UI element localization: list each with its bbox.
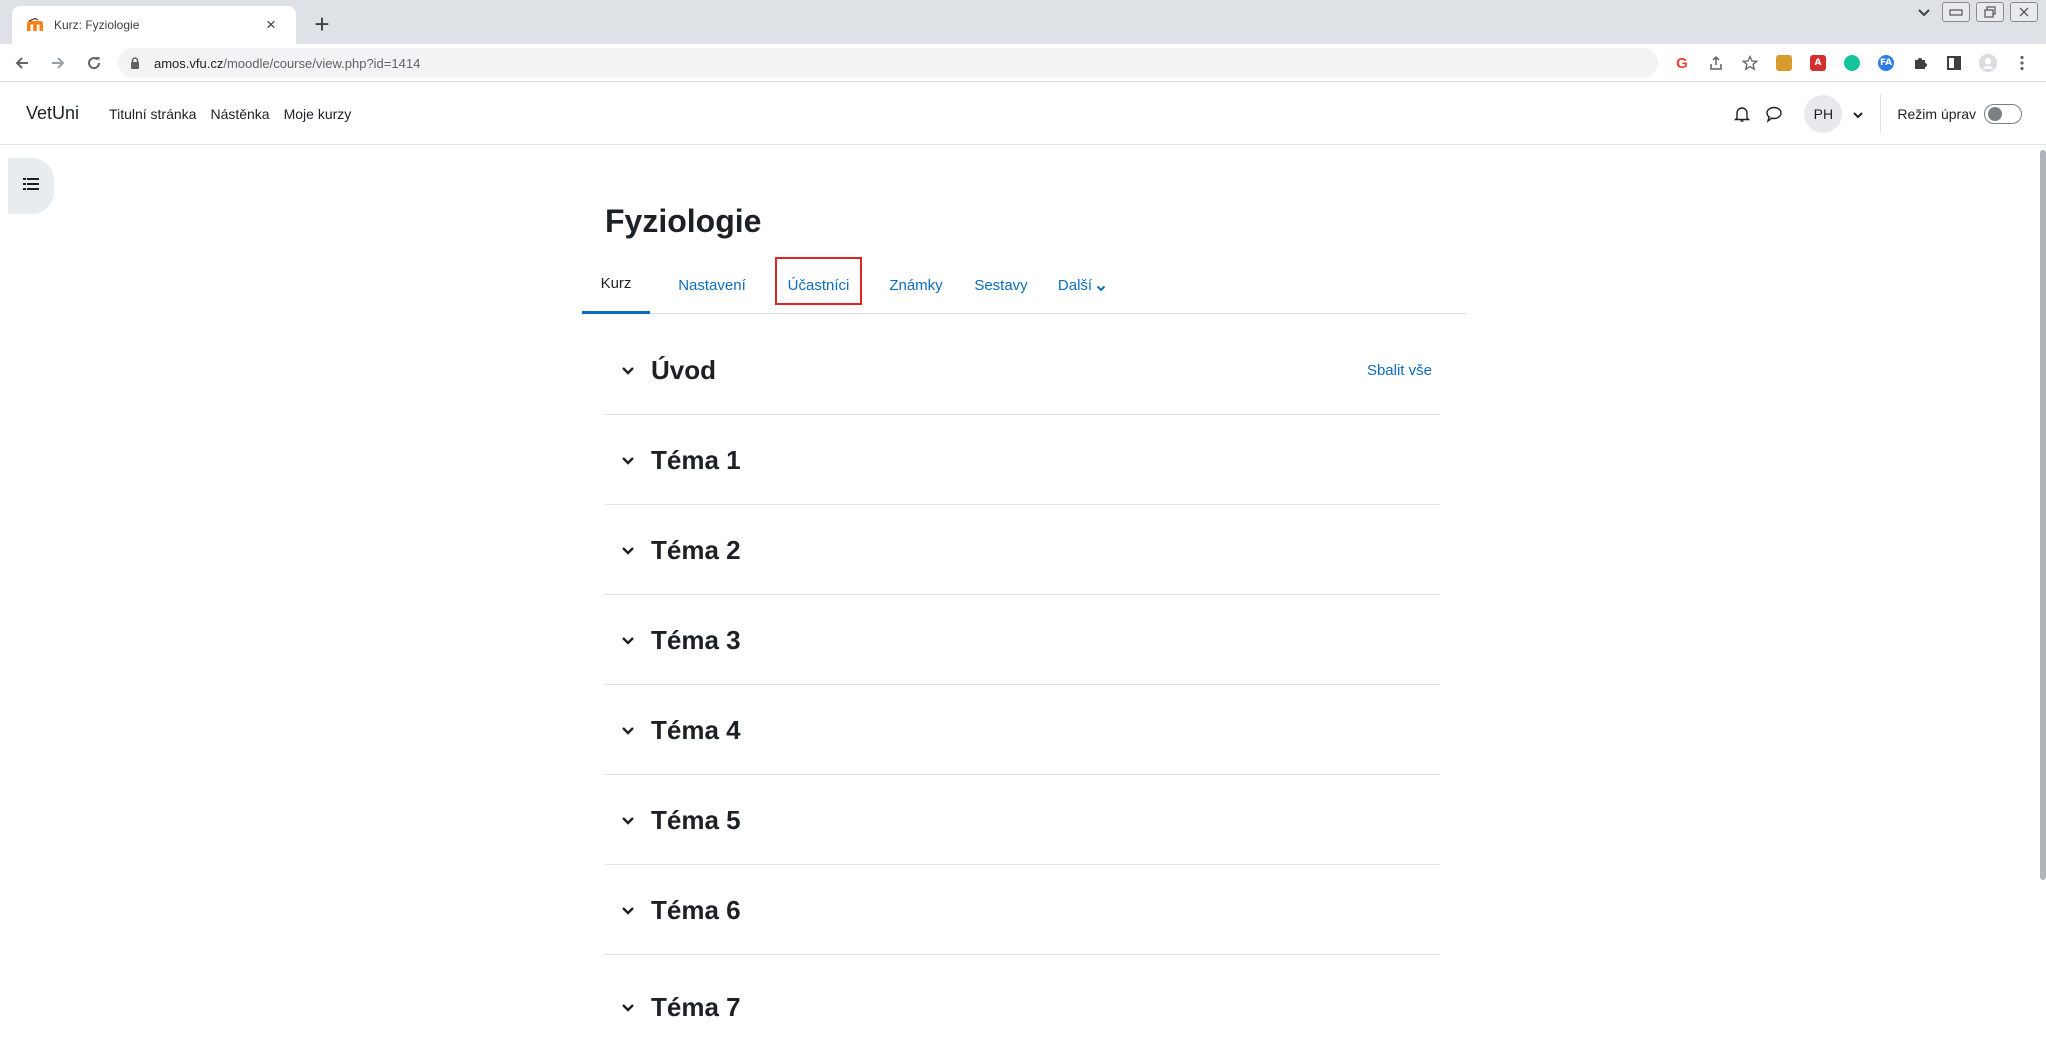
profile-icon[interactable] <box>1976 51 2000 75</box>
pdf-icon[interactable]: A <box>1806 51 1830 75</box>
switch-knob <box>1988 107 2002 121</box>
close-window-button[interactable] <box>2010 2 2038 22</box>
navbar-divider <box>1880 94 1882 134</box>
section-title: Úvod <box>651 354 716 385</box>
forward-arrow-icon[interactable] <box>44 49 72 77</box>
lock-icon[interactable] <box>128 56 142 70</box>
section-header[interactable]: Úvod <box>619 325 716 415</box>
tab-grades[interactable]: Známky <box>882 256 950 314</box>
tab-reports[interactable]: Sestavy <box>966 256 1036 314</box>
course-section: Téma 4 <box>605 685 1440 775</box>
section-title: Téma 7 <box>651 991 741 1022</box>
chevron-down-icon <box>619 811 637 829</box>
list-icon <box>23 177 39 195</box>
browser-toolbar: amos.vfu.cz/moodle/course/view.php?id=14… <box>0 44 2046 82</box>
course-section: Téma 6 <box>605 865 1440 955</box>
chevron-down-icon <box>619 541 637 559</box>
bookmark-star-icon[interactable] <box>1738 51 1762 75</box>
user-menu[interactable]: PH <box>1804 95 1864 133</box>
fa-extension-icon[interactable]: FA <box>1874 51 1898 75</box>
section-header[interactable]: Téma 3 <box>619 595 741 685</box>
nav-link-home[interactable]: Titulní stránka <box>109 106 196 122</box>
address-bar[interactable]: amos.vfu.cz/moodle/course/view.php?id=14… <box>118 48 1658 78</box>
notification-bell-icon[interactable] <box>1726 98 1758 130</box>
section-title: Téma 6 <box>651 894 741 925</box>
avatar[interactable]: PH <box>1804 95 1843 133</box>
section-title: Téma 4 <box>651 714 741 745</box>
chevron-down-icon <box>1096 280 1106 292</box>
tab-participants-label: Účastníci <box>787 276 850 294</box>
moodle-favicon-icon <box>26 16 44 34</box>
section-header[interactable]: Téma 4 <box>619 685 741 775</box>
grammarly-icon[interactable] <box>1840 51 1864 75</box>
page-scrollbar[interactable] <box>2040 150 2046 880</box>
reload-icon[interactable] <box>80 49 108 77</box>
course-section: Téma 5 <box>605 775 1440 865</box>
side-panel-icon[interactable] <box>1942 51 1966 75</box>
course-section: Úvod Sbalit vše <box>605 325 1440 415</box>
tab-close-icon[interactable]: × <box>260 15 282 35</box>
chevron-down-icon <box>1852 108 1864 120</box>
course-secondary-nav: Kurz Nastavení Účastníci Známky Sestavy … <box>582 256 1466 314</box>
nav-link-my-courses[interactable]: Moje kurzy <box>284 106 352 122</box>
chevron-down-icon <box>619 361 637 379</box>
tab-settings[interactable]: Nastavení <box>670 256 754 314</box>
tab-more-label: Další <box>1057 276 1093 294</box>
collapse-all-link[interactable]: Sbalit vše <box>1367 325 1432 415</box>
extensions-bar: G A FA <box>1670 51 2034 75</box>
section-title: Téma 1 <box>651 444 741 475</box>
tab-more[interactable]: Další <box>1052 256 1112 314</box>
chevron-down-icon <box>619 998 637 1016</box>
google-g-icon[interactable]: G <box>1670 51 1694 75</box>
minimize-button[interactable] <box>1942 2 1970 22</box>
navbar-right: PH Režim úprav <box>1726 83 2022 145</box>
tab-title: Kurz: Fyziologie <box>54 18 140 32</box>
extension-colored-icon[interactable] <box>1772 51 1796 75</box>
edit-mode-switch[interactable] <box>1984 104 2022 124</box>
course-section: Téma 1 <box>605 415 1440 505</box>
messages-icon[interactable] <box>1758 98 1790 130</box>
section-header[interactable]: Téma 5 <box>619 775 741 865</box>
page-title: Fyziologie <box>605 203 762 239</box>
section-header[interactable]: Téma 1 <box>619 415 741 505</box>
tab-reports-label: Sestavy <box>974 276 1028 294</box>
share-icon[interactable] <box>1704 51 1728 75</box>
section-header[interactable]: Téma 7 <box>619 962 741 1052</box>
moodle-navbar: VetUni Titulní stránka Nástěnka Moje kur… <box>0 83 2046 145</box>
window-controls <box>1912 2 2038 22</box>
section-title: Téma 2 <box>651 534 741 565</box>
url-path: /moodle/course/view.php?id=1414 <box>223 55 421 71</box>
browser-tab-strip: Kurz: Fyziologie × + <box>0 0 2046 44</box>
edit-mode-toggle[interactable]: Režim úprav <box>1897 104 2022 124</box>
chevron-down-icon <box>619 631 637 649</box>
tab-settings-label: Nastavení <box>678 276 746 294</box>
section-title: Téma 3 <box>651 624 741 655</box>
url-host: amos.vfu.cz <box>154 55 224 71</box>
course-index-toggle[interactable] <box>8 158 54 214</box>
back-arrow-icon[interactable] <box>8 49 36 77</box>
section-header[interactable]: Téma 2 <box>619 505 741 595</box>
chevron-down-icon <box>619 721 637 739</box>
new-tab-button[interactable]: + <box>306 8 338 40</box>
tab-course[interactable]: Kurz <box>582 256 650 314</box>
site-brand[interactable]: VetUni <box>26 103 79 124</box>
section-header[interactable]: Téma 6 <box>619 865 741 955</box>
chevron-down-icon <box>619 451 637 469</box>
restore-button[interactable] <box>1976 2 2004 22</box>
browser-tab[interactable]: Kurz: Fyziologie × <box>12 6 296 44</box>
nav-link-dashboard[interactable]: Nástěnka <box>210 106 269 122</box>
section-title: Téma 5 <box>651 804 741 835</box>
tab-participants[interactable]: Účastníci <box>775 256 862 314</box>
puzzle-icon[interactable] <box>1908 51 1932 75</box>
course-section: Téma 2 <box>605 505 1440 595</box>
tab-grades-label: Známky <box>889 276 943 294</box>
course-section: Téma 7 <box>605 962 1440 1032</box>
tab-search-chevron-icon[interactable] <box>1912 4 1936 20</box>
course-section: Téma 3 <box>605 595 1440 685</box>
edit-mode-label: Režim úprav <box>1897 106 1976 122</box>
chevron-down-icon <box>619 901 637 919</box>
kebab-menu-icon[interactable] <box>2010 51 2034 75</box>
tab-course-label: Kurz <box>600 275 632 292</box>
